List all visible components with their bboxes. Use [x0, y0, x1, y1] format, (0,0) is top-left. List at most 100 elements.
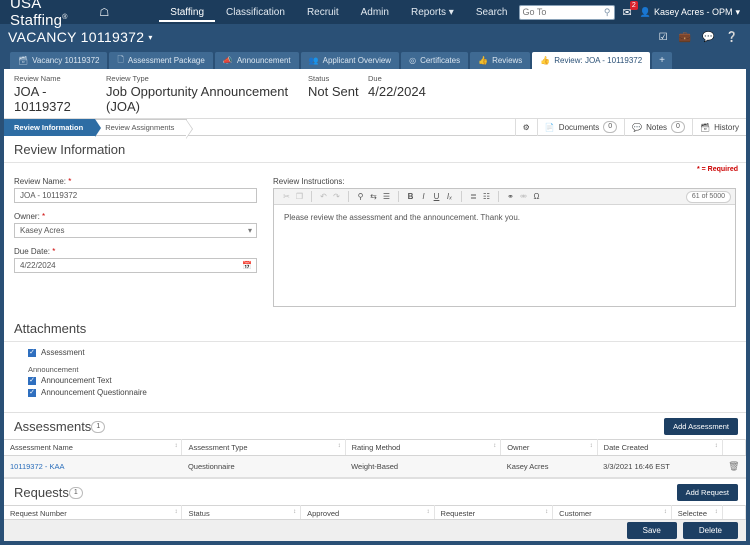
documents-button[interactable]: 📄 Documents 0 — [536, 118, 624, 136]
nav-item-staffing[interactable]: Staffing — [159, 3, 216, 22]
checkbox-announcement-text[interactable]: ✓ — [28, 376, 36, 385]
find-icon[interactable]: ⚲ — [354, 190, 367, 203]
announcement-group-label: Announcement — [28, 365, 79, 374]
owner-select[interactable]: Kasey Acres ▾ — [14, 223, 257, 238]
sort-icon[interactable]: ↕ — [664, 509, 667, 515]
column-requester[interactable]: Requester ↕ — [434, 505, 554, 519]
goto-input[interactable] — [522, 7, 604, 17]
tab-applicant-overview[interactable]: 👥 Applicant Overview — [300, 52, 400, 69]
column-status[interactable]: Status ↕ — [181, 505, 302, 519]
settings-button[interactable]: ⚙ — [514, 118, 537, 136]
attachment-announcement-text-label: Announcement Text — [41, 376, 112, 385]
add-tab-button[interactable]: + — [652, 52, 673, 69]
sort-icon[interactable]: ↕ — [174, 443, 177, 449]
document-icon: 📄 — [544, 122, 555, 132]
nav-item-admin[interactable]: Admin — [350, 3, 400, 22]
add-assessment-button[interactable]: Add Assessment — [664, 418, 738, 435]
column-customer[interactable]: Customer ↕ — [552, 505, 672, 519]
review-instructions-editor[interactable]: ✂ ❐ ↶ ↷ ⚲ ⇆ ☰ B I U Iₓ ≣ ☷ ⚭ ⚮ Ω 61 of 5… — [273, 188, 736, 307]
sort-icon[interactable]: ↕ — [427, 509, 430, 515]
tab-announcement[interactable]: 📣 Announcement — [214, 52, 299, 69]
sort-icon[interactable]: ↕ — [590, 443, 593, 449]
editor-group-lists: ≣ ☷ — [465, 190, 495, 203]
chevron-down-icon: ▾ — [735, 6, 740, 17]
sort-icon[interactable]: ↕ — [545, 509, 548, 515]
column-rating-method[interactable]: Rating Method ↕ — [345, 439, 502, 456]
column-owner[interactable]: Owner ↕ — [500, 439, 598, 456]
due-date-input[interactable]: 4/22/2024 📅 — [14, 258, 257, 273]
sort-icon[interactable]: ↕ — [338, 443, 341, 449]
tab-reviews[interactable]: 👍 Reviews — [470, 52, 531, 69]
redo-icon[interactable]: ↷ — [330, 190, 343, 203]
subtab-review-assignments[interactable]: Review Assignments — [95, 118, 194, 139]
numbered-list-icon[interactable]: ≣ — [467, 190, 480, 203]
column-request-number[interactable]: Request Number ↕ — [4, 505, 183, 519]
table-row[interactable]: 10119372 - KAA Questionnaire Weight-Base… — [4, 455, 746, 478]
tab-assessment-package[interactable]: 🗋 Assessment Package — [109, 52, 213, 69]
column-assessment-name[interactable]: Assessment Name ↕ — [4, 439, 183, 456]
sort-icon[interactable]: ↕ — [715, 443, 718, 449]
replace-icon[interactable]: ⇆ — [367, 190, 380, 203]
attachment-announcement-questionnaire-row[interactable]: ✓ Announcement Questionnaire — [28, 388, 736, 397]
user-avatar-icon: 👤 — [639, 6, 651, 17]
select-all-icon[interactable]: ☰ — [380, 190, 393, 203]
chat-icon[interactable]: 💬 — [702, 32, 714, 43]
calendar-icon[interactable]: 📅 — [242, 261, 252, 270]
form-footer: Save Delete — [4, 519, 746, 541]
column-approved[interactable]: Approved ↕ — [300, 505, 435, 519]
nav-item-classification[interactable]: Classification — [215, 3, 296, 22]
subtab-review-information[interactable]: Review Information — [4, 118, 102, 137]
cut-icon[interactable]: ✂ — [280, 190, 293, 203]
messages-button[interactable]: ✉ 2 — [623, 0, 638, 19]
requests-header: Requests 1 Add Request — [4, 478, 746, 505]
attachment-assessment-row[interactable]: ✓ Assessment — [28, 348, 736, 357]
history-button[interactable]: 🗃 History — [691, 118, 746, 136]
notes-button[interactable]: 💬 Notes 0 — [624, 118, 692, 136]
italic-icon[interactable]: I — [417, 190, 430, 203]
column-assessment-type[interactable]: Assessment Type ↕ — [181, 439, 346, 456]
sort-icon[interactable]: ↕ — [174, 509, 177, 515]
nav-item-search[interactable]: Search — [465, 3, 519, 22]
column-date-created[interactable]: Date Created ↕ — [597, 439, 723, 456]
summary-status: Status Not Sent — [308, 74, 359, 99]
link-icon[interactable]: ⚭ — [504, 190, 517, 203]
attachments-body: ✓ Assessment Announcement ✓ Announcement… — [4, 342, 746, 412]
checkbox-assessment[interactable]: ✓ — [28, 348, 36, 357]
remove-format-icon[interactable]: Iₓ — [443, 190, 456, 203]
goto-search-box[interactable]: ⚲ — [518, 4, 615, 20]
chevron-down-icon: ▾ — [247, 226, 252, 235]
help-icon[interactable]: ❔ — [726, 32, 738, 43]
copy-icon[interactable]: ❐ — [293, 190, 306, 203]
briefcase-icon[interactable]: 💼 — [679, 32, 691, 43]
checklist-icon[interactable]: ☑ — [659, 32, 668, 43]
sort-icon[interactable]: ↕ — [493, 443, 496, 449]
nav-item-recruit[interactable]: Recruit — [296, 3, 350, 22]
special-character-icon[interactable]: Ω — [530, 190, 543, 203]
underline-icon[interactable]: U — [430, 190, 443, 203]
delete-button[interactable]: Delete — [682, 522, 738, 539]
column-selectee[interactable]: Selectee ↕ — [671, 505, 723, 519]
attachment-announcement-text-row[interactable]: ✓ Announcement Text — [28, 376, 736, 385]
checkbox-announcement-questionnaire[interactable]: ✓ — [28, 388, 36, 397]
save-button[interactable]: Save — [626, 522, 677, 539]
sort-icon[interactable]: ↕ — [293, 509, 296, 515]
review-name-input[interactable]: JOA - 10119372 — [14, 188, 257, 203]
chevron-down-icon[interactable]: ▾ — [148, 33, 152, 42]
review-instructions-text[interactable]: Please review the assessment and the ann… — [274, 205, 735, 306]
bold-icon[interactable]: B — [404, 190, 417, 203]
divider — [461, 191, 462, 202]
nav-item-reports[interactable]: Reports ▾ — [400, 3, 465, 22]
undo-icon[interactable]: ↶ — [317, 190, 330, 203]
delete-assessment-icon[interactable]: 🗑 — [722, 455, 746, 478]
tab-certificates[interactable]: ◎ Certificates — [401, 52, 469, 69]
tab-review-joa[interactable]: 👍 Review: JOA - 10119372 — [532, 52, 651, 69]
search-icon[interactable]: ⚲ — [604, 7, 611, 18]
sort-icon[interactable]: ↕ — [715, 509, 718, 515]
assessment-name-cell[interactable]: 10119372 - KAA — [4, 455, 182, 478]
unlink-icon[interactable]: ⚮ — [517, 190, 530, 203]
user-menu[interactable]: 👤 Kasey Acres - OPM ▾ — [640, 7, 740, 18]
bulleted-list-icon[interactable]: ☷ — [480, 190, 493, 203]
tab-vacancy[interactable]: 🗃 Vacancy 10119372 — [10, 52, 108, 69]
home-icon[interactable]: ☖ — [95, 6, 121, 19]
add-request-button[interactable]: Add Request — [676, 484, 738, 501]
